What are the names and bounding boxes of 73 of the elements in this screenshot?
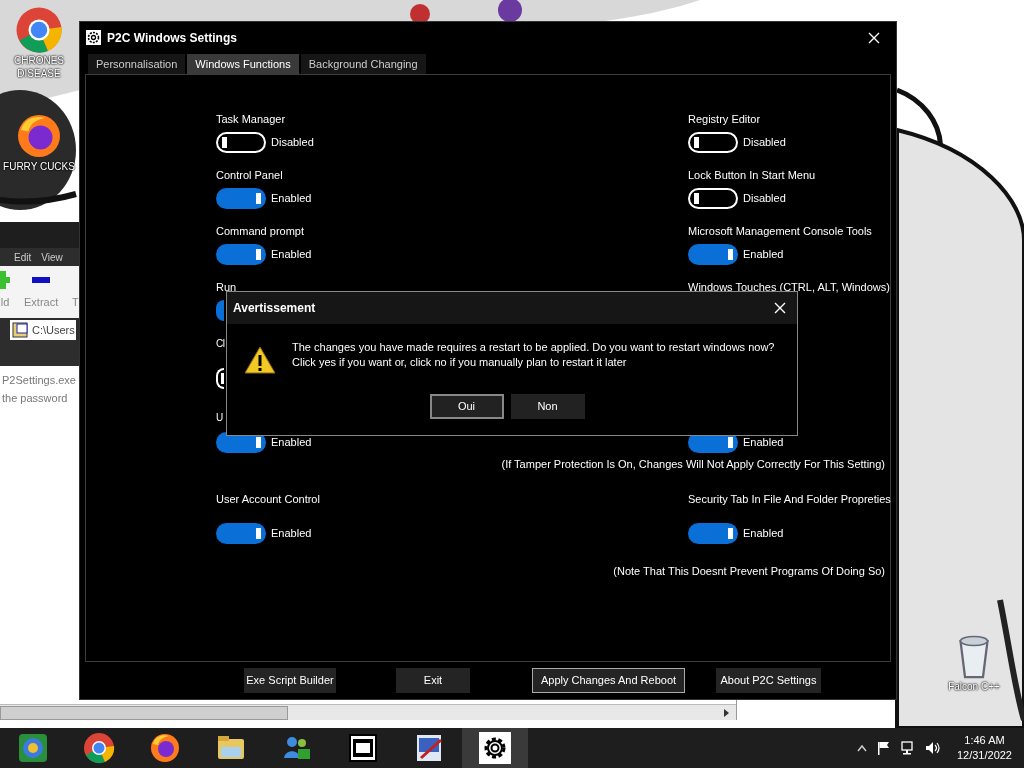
toggle-switch[interactable] xyxy=(688,131,738,153)
window-title: P2C Windows Settings xyxy=(107,29,237,47)
tab[interactable]: Background Changing xyxy=(300,54,426,74)
address-field[interactable]: C:\Users xyxy=(10,320,76,340)
toggle-switch[interactable] xyxy=(688,187,738,209)
status-label: Enabled xyxy=(271,434,312,450)
archive-icon xyxy=(12,322,28,338)
gear-icon xyxy=(86,30,101,45)
status-label: Enabled xyxy=(743,434,784,450)
status-label: Disabled xyxy=(271,134,314,150)
taskbar-button[interactable] xyxy=(462,728,528,768)
setting-label: Task Manager xyxy=(216,111,286,127)
volume-icon xyxy=(924,741,941,755)
tab[interactable]: Windows Functions xyxy=(187,54,299,74)
setting-label: Microsoft Management Console Tools xyxy=(688,223,872,239)
chrome-icon xyxy=(83,732,115,764)
clock-time: 1:46 AM xyxy=(964,733,1005,748)
note-text: (If Tamper Protection Is On, Changes Will Not Apply Correctly For This Setting) xyxy=(501,456,885,472)
close-icon xyxy=(868,31,880,44)
status-label: Disabled xyxy=(743,134,786,150)
warning-icon xyxy=(244,346,276,374)
note-text: (Note That This Doesnt Prevent Programs Of Doing So) xyxy=(613,563,885,579)
archive-icon xyxy=(347,732,379,764)
setting-label: Control Panel xyxy=(216,167,283,183)
network-icon xyxy=(900,741,915,755)
setting-label: Command prompt xyxy=(216,223,305,239)
toggle-switch[interactable] xyxy=(216,187,266,209)
button[interactable]: Oui xyxy=(429,394,504,419)
status-label: Enabled xyxy=(271,525,312,541)
button[interactable]: Exe Script Builder xyxy=(244,668,336,693)
dialog-message: The changes you have made requires a restart to be applied. Do you want to restart windows now? Click yes if you want or, click no if you manually plan to restart it later xyxy=(292,340,776,370)
flag-icon xyxy=(876,741,891,755)
globe-icon xyxy=(17,732,49,764)
status-label: Enabled xyxy=(271,246,312,262)
chevron-up-icon xyxy=(856,744,867,752)
clock[interactable]: 1:46 AM 12/31/2022 xyxy=(956,733,1012,763)
toggle-switch[interactable] xyxy=(216,299,224,321)
button[interactable]: Exit xyxy=(396,668,470,693)
status-label: Enabled xyxy=(743,525,784,541)
setting-label: Run xyxy=(216,279,237,295)
close-icon xyxy=(774,302,786,314)
status-label: Disabled xyxy=(743,190,786,206)
menu-item[interactable]: Edit xyxy=(14,249,32,265)
button[interactable]: Non xyxy=(510,394,585,419)
scrollbar[interactable] xyxy=(0,704,736,720)
toggle-switch[interactable] xyxy=(688,243,738,265)
tab[interactable]: Personnalisation xyxy=(88,54,186,74)
status-label: Enabled xyxy=(743,246,784,262)
icon-label[interactable]: CHRONES DISEASE xyxy=(0,54,78,80)
chrome-icon xyxy=(15,6,63,54)
status-label: Enabled xyxy=(271,190,312,206)
firefox-icon xyxy=(15,112,63,160)
icon-label[interactable]: Falcon C++ xyxy=(948,680,1000,693)
setting-label: Registry Editor xyxy=(688,111,761,127)
setting-label: Security Tab In File And Folder Propreties xyxy=(688,491,891,507)
button[interactable]: Apply Changes And Reboot xyxy=(532,668,685,693)
setting-label: U xyxy=(216,410,223,425)
dialog-title: Avertissement xyxy=(233,300,316,317)
firefox-icon xyxy=(149,732,181,764)
clock-date: 12/31/2022 xyxy=(956,748,1012,763)
plus-icon xyxy=(0,270,10,290)
toggle-switch[interactable] xyxy=(688,522,738,544)
setting-label: Windows Touches (CTRL, ALT, Windows) xyxy=(688,279,890,295)
button[interactable]: About P2C Settings xyxy=(716,668,821,693)
menu-item[interactable]: View xyxy=(41,249,63,265)
toggle-switch[interactable] xyxy=(216,131,266,153)
setting-label: User Account Control xyxy=(216,491,320,507)
toggle-switch[interactable] xyxy=(216,367,224,389)
setting-label: Cl xyxy=(216,336,225,351)
toggle-switch[interactable] xyxy=(216,243,266,265)
gear-icon xyxy=(479,732,511,764)
setting-label: Lock Button In Start Menu xyxy=(688,167,816,183)
toggle-switch[interactable] xyxy=(216,522,266,544)
